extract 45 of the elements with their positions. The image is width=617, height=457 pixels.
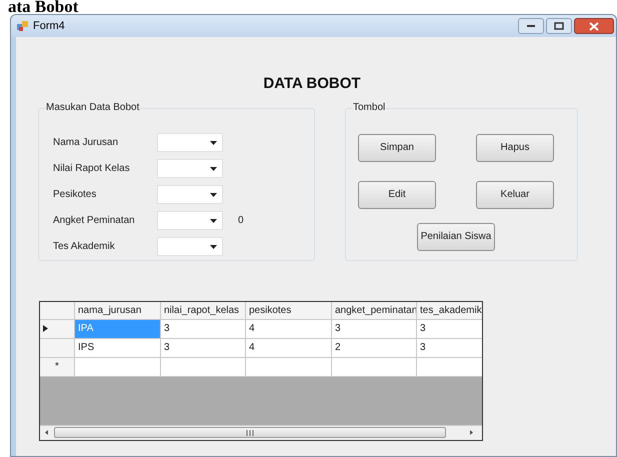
current-row-icon [43,325,48,332]
dropdown-field[interactable] [157,159,223,178]
row-header-corner [40,302,75,320]
dropdown-arrow-icon [210,244,217,248]
value-label: 0 [238,214,244,228]
form-button[interactable]: Keluar [476,180,554,208]
table-cell[interactable] [161,358,246,376]
form-title: DATA BOBOT [263,74,361,94]
new-row-marker: * [40,358,75,376]
minimize-button[interactable] [518,18,544,34]
form-button[interactable]: Simpan [358,134,436,162]
row-header[interactable] [40,320,75,338]
dropdown-arrow-icon [210,192,217,196]
document-heading: ata Bobot [7,0,80,14]
field-label: Angket Peminatan [53,214,136,228]
table-cell[interactable] [246,358,332,376]
dropdown-arrow-icon [210,218,217,222]
scrollbar-thumb[interactable] [54,427,446,438]
field-label: Nama Jurusan [53,136,120,150]
form-button[interactable]: Edit [358,180,436,208]
dropdown-field[interactable] [157,211,223,230]
close-button[interactable] [574,18,614,34]
minimize-icon [526,24,536,28]
table-cell[interactable] [332,358,417,376]
field-label: Pesikotes [53,188,98,202]
form-button[interactable]: Penilaian Siswa [417,222,495,250]
column-header[interactable]: nilai_rapot_kelas [161,302,246,320]
dropdown-arrow-icon [210,166,217,170]
column-header[interactable]: tes_akademik [417,302,482,320]
app-icon [17,20,29,32]
field-label: Nilai Rapot Kelas [53,162,131,176]
maximize-icon [554,22,564,30]
form-button[interactable]: Hapus [476,134,554,162]
dropdown-field[interactable] [157,185,223,204]
dropdown-field[interactable] [157,133,223,152]
maximize-button[interactable] [546,18,572,34]
field-label: Tes Akademik [53,240,116,254]
column-header[interactable]: pesikotes [246,302,332,320]
table-cell[interactable] [75,358,161,376]
column-header[interactable]: nama_jurusan [75,302,161,320]
dropdown-field[interactable] [157,237,223,256]
grip-icon [246,430,254,436]
dropdown-arrow-icon [210,140,217,144]
window-title: Form4 [33,18,65,34]
close-icon [589,22,599,30]
